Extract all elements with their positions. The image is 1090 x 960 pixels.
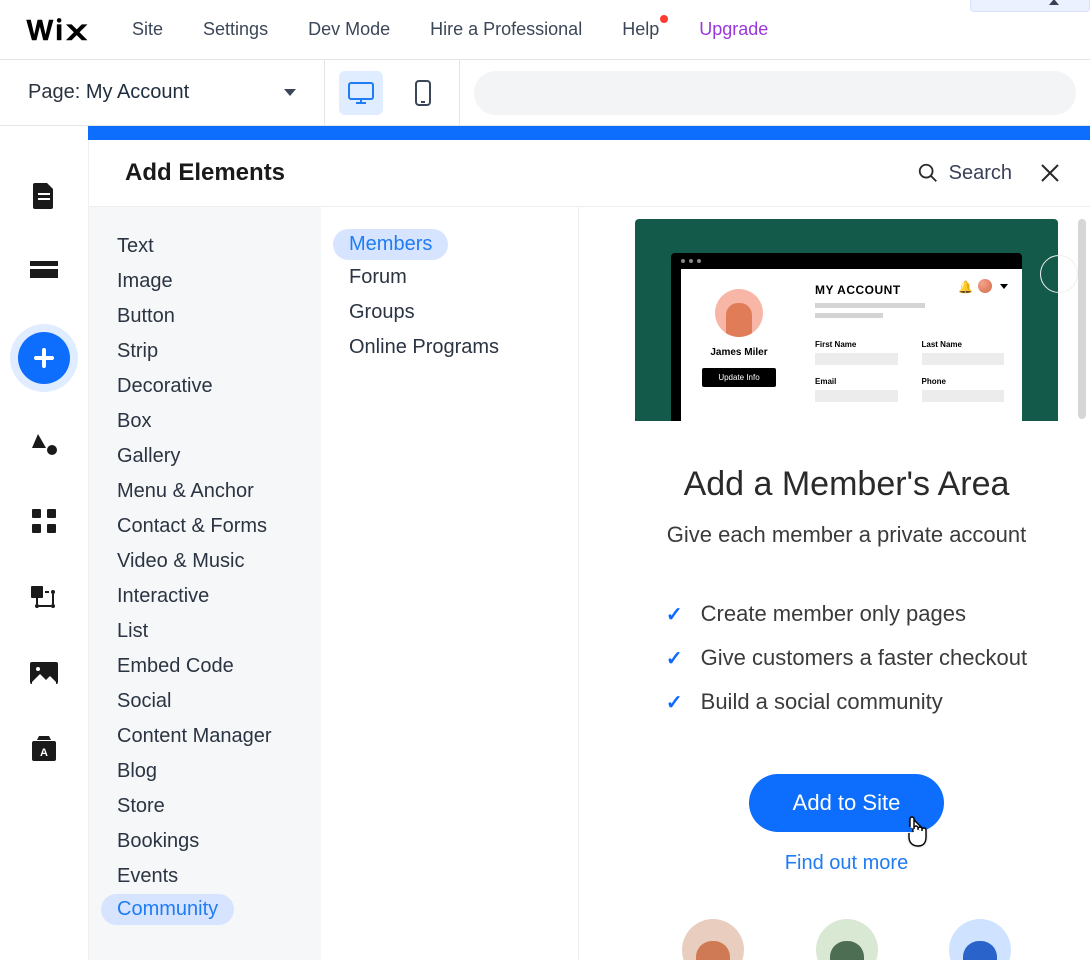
category-list[interactable]: Text Image Button Strip Decorative Box G…	[89, 207, 321, 960]
mock-user-avatar	[978, 279, 992, 293]
panel-search[interactable]: Search	[917, 162, 1012, 185]
panel-close-button[interactable]	[1040, 163, 1060, 183]
desktop-view-button[interactable]	[339, 71, 383, 115]
hero-subtitle: Give each member a private account	[645, 522, 1048, 548]
panel-title: Add Elements	[125, 159, 285, 187]
theme-icon[interactable]	[29, 430, 59, 460]
cat-list[interactable]: List	[117, 614, 321, 649]
members-area-mock: James Miler Update Info 🔔 MY	[635, 219, 1058, 421]
cat-image[interactable]: Image	[117, 264, 321, 299]
page-selector[interactable]: Page: My Account	[0, 60, 325, 125]
hero-bullets: ✓Create member only pages ✓Give customer…	[666, 592, 1027, 724]
cat-content-manager[interactable]: Content Manager	[117, 719, 321, 754]
apps-icon[interactable]	[29, 506, 59, 536]
chevron-down-icon	[284, 89, 296, 96]
panel-search-label: Search	[949, 162, 1012, 185]
media-icon[interactable]	[29, 658, 59, 688]
bell-icon: 🔔	[958, 280, 970, 292]
mock-update-button: Update Info	[702, 368, 775, 387]
sub-forum[interactable]: Forum	[349, 260, 578, 295]
chevron-down-icon	[1000, 284, 1008, 289]
menu-site[interactable]: Site	[132, 19, 163, 40]
sub-members[interactable]: Members	[333, 229, 448, 260]
subcategory-list[interactable]: Members Forum Groups Online Programs	[321, 207, 579, 960]
cat-decorative[interactable]: Decorative	[117, 369, 321, 404]
cat-interactive[interactable]: Interactive	[117, 579, 321, 614]
menu-upgrade[interactable]: Upgrade	[699, 19, 768, 40]
add-elements-button[interactable]	[18, 332, 70, 384]
cat-community[interactable]: Community	[101, 894, 234, 925]
member-card[interactable]: Jacob Jones	[949, 919, 1011, 960]
cat-button[interactable]: Button	[117, 299, 321, 334]
member-avatar	[682, 919, 744, 960]
content-manager-icon[interactable]: A	[29, 734, 59, 764]
hero-title: Add a Member's Area	[645, 465, 1048, 504]
mock-avatar-name: James Miler	[710, 347, 767, 358]
panel-accent-strip	[88, 126, 1090, 140]
cat-store[interactable]: Store	[117, 789, 321, 824]
svg-text:A: A	[40, 747, 48, 759]
cat-contact-forms[interactable]: Contact & Forms	[117, 509, 321, 544]
cat-events[interactable]: Events	[117, 859, 321, 894]
cat-video-music[interactable]: Video & Music	[117, 544, 321, 579]
cat-box[interactable]: Box	[117, 404, 321, 439]
sub-online-programs[interactable]: Online Programs	[349, 330, 578, 365]
sub-groups[interactable]: Groups	[349, 295, 578, 330]
cat-text[interactable]: Text	[117, 229, 321, 264]
cat-blog[interactable]: Blog	[117, 754, 321, 789]
find-out-more-link[interactable]: Find out more	[645, 852, 1048, 875]
member-avatar	[949, 919, 1011, 960]
check-icon: ✓	[666, 690, 683, 715]
mock-top-icons: 🔔	[958, 279, 1008, 293]
add-elements-panel: Add Elements Search Text Image Button St…	[88, 140, 1090, 960]
add-to-site-button[interactable]: Add to Site	[749, 774, 945, 832]
menu-help-label: Help	[622, 19, 659, 39]
mobile-view-button[interactable]	[401, 71, 445, 115]
chevron-up-icon	[1049, 0, 1059, 5]
cat-menu-anchor[interactable]: Menu & Anchor	[117, 474, 321, 509]
page-selector-label: Page: My Account	[28, 81, 189, 104]
member-avatar	[816, 919, 878, 960]
check-icon: ✓	[666, 602, 683, 627]
pages-icon[interactable]	[29, 180, 59, 210]
sections-icon[interactable]	[29, 256, 59, 286]
preview-pane: James Miler Update Info 🔔 MY	[579, 207, 1090, 960]
cat-bookings[interactable]: Bookings	[117, 824, 321, 859]
cat-strip[interactable]: Strip	[117, 334, 321, 369]
editor-toolbar: Page: My Account	[0, 60, 1090, 126]
notification-dot-icon	[660, 15, 668, 23]
member-card[interactable]: Guy Hawkins	[682, 919, 745, 960]
panel-header: Add Elements Search	[89, 140, 1090, 206]
viewport-switch	[325, 60, 460, 125]
left-tool-rail: A	[0, 140, 88, 960]
preview-scrollbar[interactable]	[1078, 219, 1086, 419]
cat-social[interactable]: Social	[117, 684, 321, 719]
members-preview-row: Guy Hawkins Jenny Wilson Jacob Jones	[635, 919, 1058, 960]
member-card[interactable]: Jenny Wilson	[815, 919, 879, 960]
check-icon: ✓	[666, 646, 683, 671]
top-menu-bar: Site Settings Dev Mode Hire a Profession…	[0, 0, 1090, 60]
menu-dev-mode[interactable]: Dev Mode	[308, 19, 390, 40]
menu-help[interactable]: Help	[622, 19, 659, 40]
cat-gallery[interactable]: Gallery	[117, 439, 321, 474]
my-business-icon[interactable]	[29, 582, 59, 612]
menu-hire[interactable]: Hire a Professional	[430, 19, 582, 40]
account-chip[interactable]	[970, 0, 1090, 12]
wix-logo[interactable]	[24, 16, 92, 44]
top-search-input[interactable]	[474, 71, 1076, 115]
background-decoration	[1040, 255, 1078, 293]
menu-settings[interactable]: Settings	[203, 19, 268, 40]
mock-avatar	[715, 289, 763, 337]
cat-embed-code[interactable]: Embed Code	[117, 649, 321, 684]
